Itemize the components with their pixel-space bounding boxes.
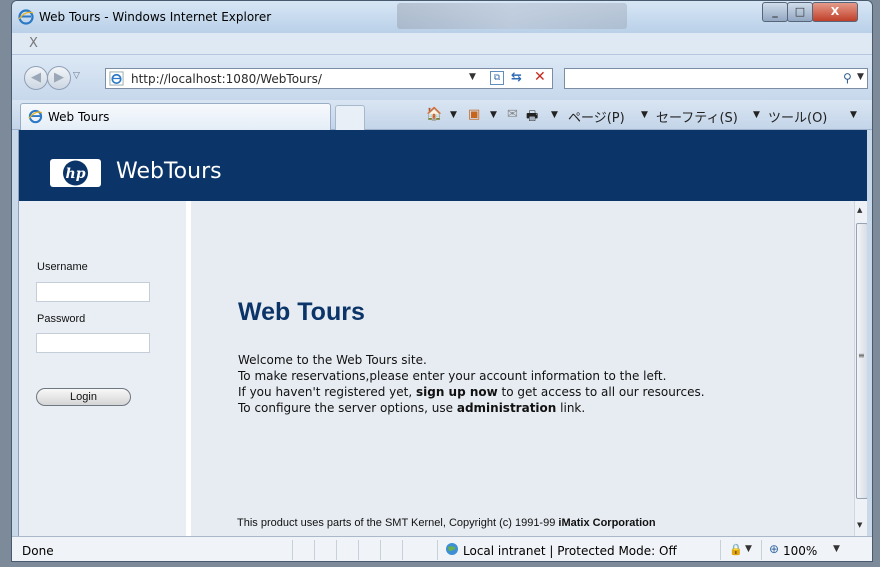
signup-prefix: If you haven't registered yet, bbox=[238, 385, 416, 399]
username-field[interactable] bbox=[36, 282, 150, 302]
scroll-thumb[interactable]: ≡ bbox=[856, 223, 867, 499]
footer-text: This product uses parts of the SMT Kerne… bbox=[237, 517, 656, 529]
administration-link[interactable]: administration bbox=[457, 401, 557, 415]
title-bar-blur bbox=[397, 3, 627, 29]
zoom-dropdown-icon[interactable]: ▼ bbox=[833, 544, 840, 554]
zoom-icon[interactable]: ⊕ bbox=[769, 542, 779, 556]
brand-name: WebTours bbox=[116, 159, 222, 184]
signup-suffix: to get access to all our resources. bbox=[497, 385, 705, 399]
welcome-line: Welcome to the Web Tours site. bbox=[238, 353, 427, 367]
protected-mode-dropdown-icon[interactable]: ▼ bbox=[745, 544, 752, 554]
page-content: hp WebTours Username Password Login Web … bbox=[18, 130, 867, 536]
page-title: Web Tours bbox=[238, 298, 365, 326]
ie-page-icon bbox=[109, 71, 124, 86]
sign-up-link[interactable]: sign up now bbox=[416, 385, 498, 399]
tools-menu[interactable]: ツール(O) bbox=[768, 107, 827, 126]
safety-dropdown-icon[interactable]: ▼ bbox=[753, 110, 760, 120]
search-dropdown-icon[interactable]: ▼ bbox=[857, 72, 864, 82]
status-divider bbox=[358, 540, 359, 560]
back-arrow-icon: ◀ bbox=[31, 70, 41, 85]
site-header: hp WebTours bbox=[19, 130, 867, 201]
refresh-icon[interactable]: ⇆ bbox=[511, 70, 522, 85]
scroll-up-arrow-icon[interactable]: ▲ bbox=[857, 206, 862, 214]
svg-text:hp: hp bbox=[66, 166, 86, 182]
admin-prefix: To configure the server options, use bbox=[238, 401, 457, 415]
page-menu[interactable]: ページ(P) bbox=[568, 107, 625, 126]
minimize-button[interactable]: _ bbox=[762, 2, 788, 22]
favorites-bar: X bbox=[12, 33, 872, 55]
navigation-bar: ◀ ▶ ▽ http://localhost:1080/WebTours/ ▼ … bbox=[12, 55, 872, 100]
browser-window: Web Tours - Windows Internet Explorer _ … bbox=[11, 0, 873, 562]
security-zone-text[interactable]: Local intranet | Protected Mode: Off bbox=[463, 544, 677, 558]
status-divider bbox=[437, 540, 438, 560]
status-divider bbox=[336, 540, 337, 560]
protected-mode-icon[interactable]: 🔒 bbox=[729, 543, 743, 556]
window-title: Web Tours - Windows Internet Explorer bbox=[39, 10, 272, 24]
close-bar-button[interactable]: X bbox=[29, 36, 38, 51]
username-label: Username bbox=[37, 261, 88, 273]
safety-menu[interactable]: セーフティ(S) bbox=[656, 107, 738, 126]
print-icon[interactable]: 🖶 bbox=[526, 107, 538, 129]
address-bar[interactable]: http://localhost:1080/WebTours/ ▼ ⧉ ⇆ ✕ bbox=[105, 68, 553, 89]
zoom-level[interactable]: 100% bbox=[783, 544, 817, 558]
tab-label: Web Tours bbox=[48, 110, 110, 124]
vertical-scrollbar[interactable]: ▲ ≡ ▼ bbox=[854, 201, 867, 536]
status-bar: Done Local intranet | Protected Mode: Of… bbox=[12, 536, 872, 561]
scroll-grip-icon: ≡ bbox=[858, 351, 865, 360]
tab-bar: Web Tours 🏠 ▼ ▣ ▼ ✉ 🖶 ▼ ページ(P) ▼ セーフティ(S… bbox=[12, 100, 872, 130]
address-dropdown-icon[interactable]: ▼ bbox=[469, 72, 476, 82]
instructions-line: To make reservations,please enter your a… bbox=[238, 369, 667, 383]
admin-suffix: link. bbox=[556, 401, 586, 415]
password-field[interactable] bbox=[36, 333, 150, 353]
command-bar: 🏠 ▼ ▣ ▼ ✉ 🖶 ▼ ページ(P) ▼ セーフティ(S) ▼ ツール(O)… bbox=[412, 107, 872, 126]
login-panel: Username Password Login bbox=[19, 201, 186, 536]
password-label: Password bbox=[37, 313, 86, 325]
status-divider bbox=[720, 540, 721, 560]
main-panel: Web Tours Welcome to the Web Tours site.… bbox=[191, 201, 854, 536]
back-button[interactable]: ◀ bbox=[24, 66, 48, 90]
compatibility-view-icon[interactable]: ⧉ bbox=[490, 71, 504, 85]
hp-logo-icon: hp bbox=[50, 159, 101, 187]
new-tab-button[interactable] bbox=[335, 105, 365, 130]
print-dropdown-icon[interactable]: ▼ bbox=[551, 110, 558, 120]
signup-line: If you haven't registered yet, sign up n… bbox=[238, 384, 838, 400]
forward-arrow-icon: ▶ bbox=[54, 70, 64, 85]
recent-pages-dropdown-icon[interactable]: ▽ bbox=[73, 71, 80, 81]
admin-line: To configure the server options, use adm… bbox=[238, 400, 838, 416]
mail-icon[interactable]: ✉ bbox=[507, 107, 518, 122]
login-button[interactable]: Login bbox=[36, 388, 131, 406]
maximize-button[interactable]: □ bbox=[787, 2, 813, 22]
forward-button[interactable]: ▶ bbox=[47, 66, 71, 90]
search-icon[interactable]: ⚲ bbox=[843, 71, 852, 85]
footer-company: iMatix Corporation bbox=[558, 517, 656, 529]
status-divider bbox=[292, 540, 293, 560]
ie-logo-icon bbox=[18, 9, 34, 25]
status-divider bbox=[402, 540, 403, 560]
status-divider bbox=[761, 540, 762, 560]
title-bar: Web Tours - Windows Internet Explorer _ … bbox=[12, 1, 872, 33]
welcome-text: Welcome to the Web Tours site. To make r… bbox=[238, 352, 838, 416]
page-dropdown-icon[interactable]: ▼ bbox=[641, 110, 648, 120]
address-url[interactable]: http://localhost:1080/WebTours/ bbox=[131, 72, 322, 86]
home-icon[interactable]: 🏠 bbox=[426, 107, 442, 122]
feeds-icon[interactable]: ▣ bbox=[468, 107, 480, 122]
home-dropdown-icon[interactable]: ▼ bbox=[450, 110, 457, 120]
intranet-zone-icon bbox=[446, 543, 458, 555]
search-input[interactable]: ⚲ ▼ bbox=[564, 68, 868, 89]
status-divider bbox=[380, 540, 381, 560]
scroll-down-arrow-icon[interactable]: ▼ bbox=[857, 521, 862, 529]
stop-icon[interactable]: ✕ bbox=[534, 69, 546, 85]
footer-prefix: This product uses parts of the SMT Kerne… bbox=[237, 517, 559, 529]
status-text: Done bbox=[22, 544, 54, 558]
close-window-button[interactable]: X bbox=[812, 2, 858, 22]
status-divider bbox=[314, 540, 315, 560]
feeds-dropdown-icon[interactable]: ▼ bbox=[490, 110, 497, 120]
tools-dropdown-icon[interactable]: ▼ bbox=[850, 110, 857, 120]
tab-web-tours[interactable]: Web Tours bbox=[20, 103, 331, 130]
ie-logo-icon bbox=[28, 109, 43, 124]
